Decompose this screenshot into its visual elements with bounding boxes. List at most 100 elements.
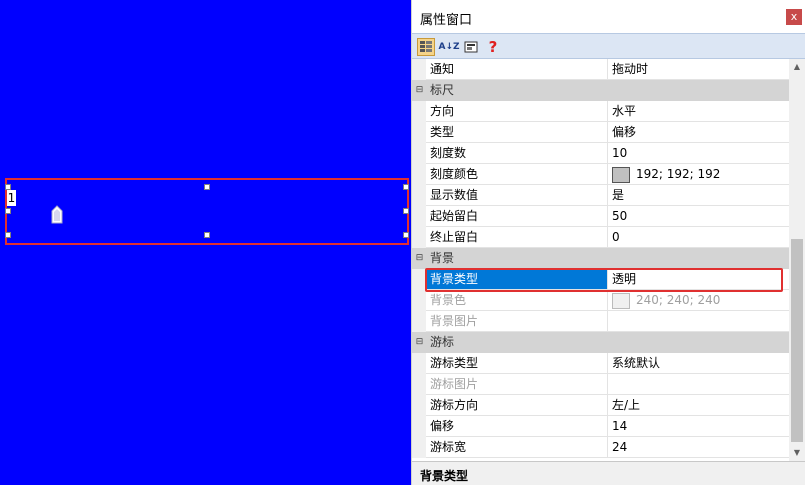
categorized-view-button[interactable] xyxy=(417,38,435,56)
help-icon: ? xyxy=(488,38,498,56)
resize-handle-tm[interactable] xyxy=(204,184,210,190)
property-name: 游标类型 xyxy=(426,353,608,374)
property-value[interactable]: 0 xyxy=(608,227,789,248)
row-gutter xyxy=(412,101,426,122)
resize-handle-bm[interactable] xyxy=(204,232,210,238)
property-value-text: 240; 240; 240 xyxy=(636,293,721,307)
property-toolbar: A↓Z ? xyxy=(412,33,805,59)
property-name: 通知 xyxy=(426,59,608,80)
resize-handle-br[interactable] xyxy=(403,232,409,238)
row-gutter xyxy=(412,206,426,227)
category-label: 标尺 xyxy=(430,83,455,97)
color-swatch xyxy=(612,166,630,183)
property-name: 刻度颜色 xyxy=(426,164,608,185)
property-name: 游标图片 xyxy=(426,374,608,395)
property-name: 游标宽 xyxy=(426,437,608,458)
property-row[interactable]: 背景色 240; 240; 240 xyxy=(412,290,789,311)
property-value-text: 10 xyxy=(612,146,628,160)
resize-handle-ml[interactable] xyxy=(5,208,11,214)
property-row[interactable]: 方向 水平 xyxy=(412,101,789,122)
property-row[interactable]: 刻度颜色 192; 192; 192 xyxy=(412,164,789,185)
property-name: 刻度数 xyxy=(426,143,608,164)
property-row[interactable]: 类型 偏移 xyxy=(412,122,789,143)
property-value[interactable]: 偏移 xyxy=(608,122,789,143)
property-value[interactable]: 系统默认 xyxy=(608,353,789,374)
window-title: 属性窗口 xyxy=(420,13,473,28)
property-row[interactable]: 显示数值是 xyxy=(412,185,789,206)
property-value[interactable]: 50 xyxy=(608,206,789,227)
property-value-text: 系统默认 xyxy=(612,356,661,370)
property-window: 属性窗口 x A↓Z ? 通知 拖动时 ⊟ 标尺 方向 水平 类型 偏移 刻度数 10 刻度颜色 19… xyxy=(411,0,805,485)
property-name: 类型 xyxy=(426,122,608,143)
property-name: 背景图片 xyxy=(426,311,608,332)
scroll-down-arrow-icon[interactable]: ▼ xyxy=(789,445,805,461)
categorized-icon xyxy=(420,41,432,52)
property-value-text: 50 xyxy=(612,209,628,223)
collapse-icon[interactable]: ⊟ xyxy=(415,338,424,347)
sort-alpha-icon: A↓Z xyxy=(438,42,460,52)
property-value[interactable]: 14 xyxy=(608,416,789,437)
property-value[interactable]: 拖动时 xyxy=(608,59,789,80)
property-value[interactable] xyxy=(608,311,789,332)
property-row[interactable]: 游标宽 24 xyxy=(412,437,789,458)
property-row[interactable]: 终止留白 0 xyxy=(412,227,789,248)
row-gutter xyxy=(412,59,426,80)
property-pages-button[interactable] xyxy=(462,38,480,56)
row-gutter xyxy=(412,437,426,458)
resize-handle-tr[interactable] xyxy=(403,184,409,190)
row-gutter xyxy=(412,311,426,332)
row-gutter xyxy=(412,374,426,395)
property-name: 终止留白 xyxy=(426,227,608,248)
slider-cursor-icon[interactable] xyxy=(51,205,63,224)
collapse-icon[interactable]: ⊟ xyxy=(415,254,424,263)
property-row[interactable]: 背景图片 xyxy=(412,311,789,332)
help-button[interactable]: ? xyxy=(484,38,502,56)
category-row[interactable]: ⊟ 游标 xyxy=(412,332,789,353)
property-value[interactable] xyxy=(608,374,789,395)
property-name: 游标方向 xyxy=(426,395,608,416)
category-row[interactable]: ⊟ 背景 xyxy=(412,248,789,269)
scroll-thumb[interactable] xyxy=(791,239,803,442)
property-value[interactable]: 24 xyxy=(608,437,789,458)
row-gutter xyxy=(412,164,426,185)
property-row[interactable]: 起始留白 50 xyxy=(412,206,789,227)
property-row[interactable]: 游标方向 左/上 xyxy=(412,395,789,416)
property-value[interactable]: 192; 192; 192 xyxy=(608,164,789,185)
alphabetical-view-button[interactable]: A↓Z xyxy=(438,38,460,56)
property-row[interactable]: 偏移 14 xyxy=(412,416,789,437)
row-gutter xyxy=(412,416,426,437)
row-gutter xyxy=(412,269,426,290)
property-row[interactable]: 通知 拖动时 xyxy=(412,59,789,80)
row-gutter xyxy=(412,395,426,416)
property-value-text: 水平 xyxy=(612,104,637,118)
category-row[interactable]: ⊟ 标尺 xyxy=(412,80,789,101)
close-button[interactable]: x xyxy=(786,9,802,25)
property-value-text: 偏移 xyxy=(612,125,637,139)
property-window-titlebar: 属性窗口 x xyxy=(412,0,805,33)
resize-handle-bl[interactable] xyxy=(5,232,11,238)
property-row[interactable]: 游标类型 系统默认 xyxy=(412,353,789,374)
scroll-up-arrow-icon[interactable]: ▲ xyxy=(789,59,805,75)
row-gutter xyxy=(412,290,426,311)
property-value-text: 0 xyxy=(612,230,620,244)
description-title: 背景类型 xyxy=(420,469,469,483)
property-value[interactable]: 水平 xyxy=(608,101,789,122)
property-row[interactable]: 游标图片 xyxy=(412,374,789,395)
property-row[interactable]: 刻度数 10 xyxy=(412,143,789,164)
property-value-text: 左/上 xyxy=(612,398,641,412)
property-value[interactable]: 10 xyxy=(608,143,789,164)
row-gutter xyxy=(412,122,426,143)
category-label: 背景 xyxy=(430,251,455,265)
vertical-scrollbar[interactable]: ▲ ▼ xyxy=(789,59,805,461)
property-grid: 通知 拖动时 ⊟ 标尺 方向 水平 类型 偏移 刻度数 10 刻度颜色 192; 192; 192 显示… xyxy=(412,59,789,461)
resize-handle-mr[interactable] xyxy=(403,208,409,214)
property-value[interactable]: 240; 240; 240 xyxy=(608,290,789,311)
category-label: 游标 xyxy=(430,335,455,349)
property-name: 偏移 xyxy=(426,416,608,437)
property-value[interactable]: 左/上 xyxy=(608,395,789,416)
property-value[interactable]: 是 xyxy=(608,185,789,206)
collapse-icon[interactable]: ⊟ xyxy=(415,86,424,95)
property-value-text: 192; 192; 192 xyxy=(636,167,721,181)
property-name: 起始留白 xyxy=(426,206,608,227)
design-canvas[interactable]: 1 xyxy=(0,0,411,485)
